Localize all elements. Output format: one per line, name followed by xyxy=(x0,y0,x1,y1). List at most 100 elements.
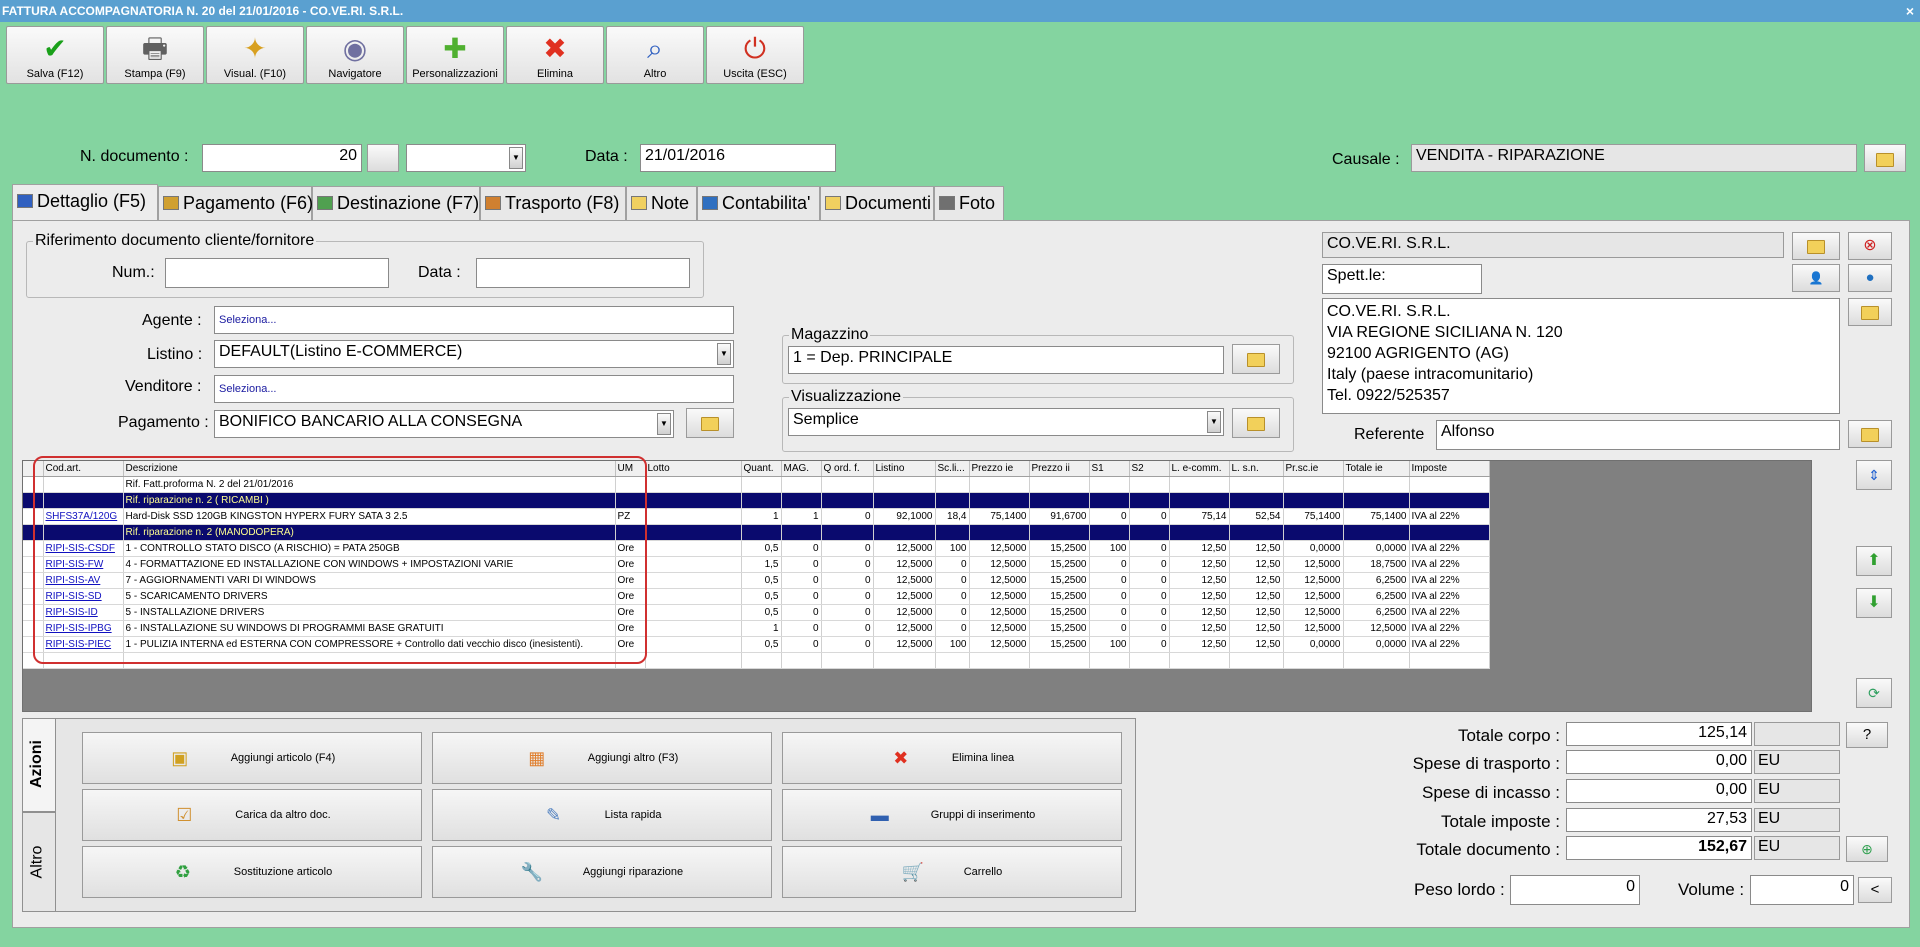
spett-field[interactable]: Spett.le: xyxy=(1322,264,1482,294)
toolbar-button-0[interactable]: ✔ Salva (F12) xyxy=(6,26,104,84)
collapse-button[interactable]: < xyxy=(1858,877,1892,903)
folder-icon xyxy=(1861,428,1879,442)
close-icon[interactable]: × xyxy=(1906,0,1914,22)
listino-select[interactable]: DEFAULT(Listino E-COMMERCE) ▼ xyxy=(214,340,734,368)
referente-field[interactable]: Alfonso xyxy=(1436,420,1840,450)
toolbar-button-3[interactable]: ◉ Navigatore xyxy=(306,26,404,84)
action-button-3[interactable]: ☑ Carica da altro doc. xyxy=(82,789,422,841)
cliente-name-field[interactable]: CO.VE.RI. S.R.L. xyxy=(1322,232,1784,258)
ndoc-input[interactable]: 20 xyxy=(202,144,362,172)
column-header[interactable]: L. e-comm. xyxy=(1169,461,1230,477)
table-cell xyxy=(645,604,742,621)
column-header[interactable]: Prezzo ie xyxy=(969,461,1030,477)
series-select[interactable]: ▼ xyxy=(406,144,526,172)
action-button-2[interactable]: ✖ Elimina linea xyxy=(782,732,1122,784)
table-cell xyxy=(935,476,970,493)
tab-5[interactable]: Contabilita' xyxy=(697,186,820,220)
table-cell: 0,5 xyxy=(741,572,782,589)
column-header[interactable]: Sc.li... xyxy=(935,461,970,477)
column-header[interactable]: Pr.sc.ie xyxy=(1283,461,1344,477)
refresh-button[interactable]: ⟳ xyxy=(1856,678,1892,708)
column-header[interactable]: S1 xyxy=(1089,461,1130,477)
table-cell: 0 xyxy=(781,572,822,589)
causale-browse-button[interactable] xyxy=(1864,144,1906,172)
volume-input[interactable]: 0 xyxy=(1750,875,1854,905)
column-header[interactable]: Prezzo ii xyxy=(1029,461,1090,477)
spese-trasporto-value[interactable]: 0,00 xyxy=(1566,750,1752,774)
chevron-down-icon[interactable]: ▼ xyxy=(657,413,671,435)
magazzino-select[interactable]: 1 = Dep. PRINCIPALE xyxy=(788,346,1224,374)
tab-3[interactable]: Trasporto (F8) xyxy=(480,186,626,220)
tab-1[interactable]: Pagamento (F6) xyxy=(158,186,313,220)
vtab-azioni[interactable]: Azioni xyxy=(22,718,56,812)
tab-7[interactable]: Foto xyxy=(934,186,1004,220)
rif-data-label: Data : xyxy=(418,264,461,281)
action-button-6[interactable]: ♻ Sostituzione articolo xyxy=(82,846,422,898)
chevron-down-icon[interactable]: ▼ xyxy=(509,147,523,169)
table-cell: 12,5000 xyxy=(1283,556,1344,573)
magazzino-browse-button[interactable] xyxy=(1232,344,1280,374)
action-button-7[interactable]: 🔧 Aggiungi riparazione xyxy=(432,846,772,898)
toolbar-button-4[interactable]: ✚ Personalizzazioni xyxy=(406,26,504,84)
date-input[interactable]: 21/01/2016 xyxy=(640,144,836,172)
venditore-select[interactable]: Seleziona... xyxy=(214,375,734,403)
column-header[interactable]: Imposte xyxy=(1409,461,1490,477)
tab-icon xyxy=(485,196,501,210)
table-cell: 12,5000 xyxy=(1283,588,1344,605)
action-button-0[interactable]: ▣ Aggiungi articolo (F4) xyxy=(82,732,422,784)
tab-2[interactable]: Destinazione (F7) xyxy=(312,186,480,220)
move-button[interactable]: ⇕ xyxy=(1856,460,1892,490)
action-button-4[interactable]: ✎ Lista rapida xyxy=(432,789,772,841)
column-header[interactable]: MAG. xyxy=(781,461,822,477)
cliente-person-button[interactable]: 👤 xyxy=(1792,264,1840,292)
chevron-down-icon[interactable]: ▼ xyxy=(1207,411,1221,433)
zoom-button[interactable]: ⊕ xyxy=(1846,836,1888,862)
move-down-button[interactable]: ⬇ xyxy=(1856,588,1892,618)
chevron-down-icon[interactable]: ▼ xyxy=(717,343,731,365)
help-button[interactable]: ? xyxy=(1846,722,1888,748)
column-header[interactable]: Listino xyxy=(873,461,936,477)
column-header[interactable]: S2 xyxy=(1129,461,1170,477)
ndoc-suffix-button[interactable] xyxy=(367,144,399,172)
referente-browse-button[interactable] xyxy=(1848,420,1892,448)
cliente-address-box[interactable]: CO.VE.RI. S.R.L. VIA REGIONE SICILIANA N.… xyxy=(1322,298,1840,414)
column-header[interactable]: Lotto xyxy=(645,461,742,477)
pagamento-browse-button[interactable] xyxy=(686,408,734,438)
action-button-1[interactable]: ▦ Aggiungi altro (F3) xyxy=(432,732,772,784)
visualizzazione-select[interactable]: Semplice ▼ xyxy=(788,408,1224,436)
tab-6[interactable]: Documenti xyxy=(820,186,934,220)
toolbar-button-5[interactable]: ✖ Elimina xyxy=(506,26,604,84)
table-cell: 0 xyxy=(1129,508,1170,525)
visualizzazione-browse-button[interactable] xyxy=(1232,408,1280,438)
vtab-altro[interactable]: Altro xyxy=(22,812,56,912)
action-button-5[interactable]: ▬ Gruppi di inserimento xyxy=(782,789,1122,841)
toolbar-button-1[interactable]: 🖶 Stampa (F9) xyxy=(106,26,204,84)
move-up-button[interactable]: ⬆ xyxy=(1856,546,1892,576)
cliente-clear-button[interactable]: ⊗ xyxy=(1848,232,1892,260)
cliente-browse-button[interactable] xyxy=(1792,232,1840,260)
column-header[interactable]: L. s.n. xyxy=(1229,461,1284,477)
table-cell xyxy=(741,524,782,541)
action-button-8[interactable]: 🛒 Carrello xyxy=(782,846,1122,898)
toolbar-button-6[interactable]: ⌕ Altro xyxy=(606,26,704,84)
toolbar-button-7[interactable]: ⏻ Uscita (ESC) xyxy=(706,26,804,84)
causale-field[interactable]: VENDITA - RIPARAZIONE xyxy=(1411,144,1857,172)
rif-num-input[interactable] xyxy=(165,258,389,288)
toolbar-button-2[interactable]: ✦ Visual. (F10) xyxy=(206,26,304,84)
table-cell: 0 xyxy=(935,572,970,589)
spese-incasso-value[interactable]: 0,00 xyxy=(1566,779,1752,803)
table-cell xyxy=(645,556,742,573)
peso-lordo-input[interactable]: 0 xyxy=(1510,875,1640,905)
tab-4[interactable]: Note xyxy=(626,186,697,220)
column-header[interactable]: Quant. xyxy=(741,461,782,477)
tab-0[interactable]: Dettaglio (F5) xyxy=(12,184,158,220)
magazzino-legend: Magazzino xyxy=(791,326,869,343)
table-cell: 15,2500 xyxy=(1029,572,1090,589)
column-header[interactable]: Q ord. f. xyxy=(821,461,874,477)
agente-select[interactable]: Seleziona... xyxy=(214,306,734,334)
column-header[interactable]: Totale ie xyxy=(1343,461,1410,477)
pagamento-select[interactable]: BONIFICO BANCARIO ALLA CONSEGNA ▼ xyxy=(214,410,674,438)
rif-data-input[interactable] xyxy=(476,258,690,288)
address-browse-button[interactable] xyxy=(1848,298,1892,326)
cliente-web-button[interactable]: ● xyxy=(1848,264,1892,292)
